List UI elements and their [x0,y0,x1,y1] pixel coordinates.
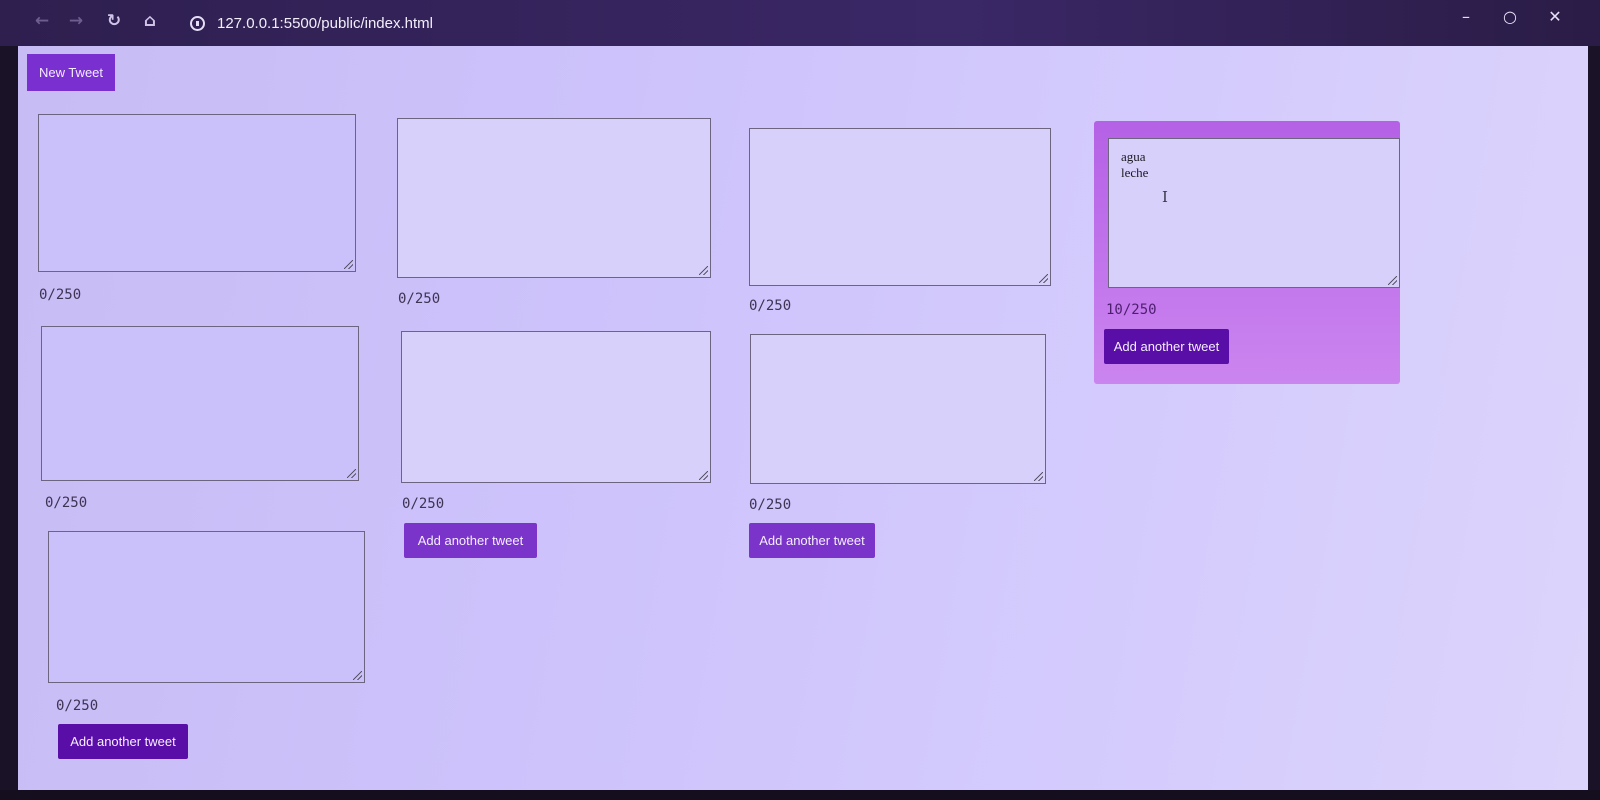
resize-grip-icon[interactable] [699,266,708,275]
resize-grip-icon[interactable] [347,469,356,478]
tweet-textarea[interactable] [41,326,359,481]
url-text[interactable]: 127.0.0.1:5500/public/index.html [217,15,433,32]
resize-grip-icon[interactable] [344,260,353,269]
tweet-textarea[interactable] [749,128,1051,286]
resize-grip-icon[interactable] [1039,274,1048,283]
screen-bezel-bottom [0,790,1600,800]
address-bar[interactable]: 127.0.0.1:5500/public/index.html [190,10,433,36]
restore-icon[interactable]: ○ [1496,4,1524,28]
tweet-textarea[interactable]: agua leche [1108,138,1400,288]
tweet-textarea[interactable] [750,334,1046,484]
resize-grip-icon[interactable] [699,471,708,480]
home-icon[interactable]: ⌂ [138,9,162,33]
info-icon[interactable] [190,15,205,31]
tweet-textarea[interactable] [38,114,356,272]
char-counter: 0/250 [749,298,792,314]
char-counter: 10/250 [1106,302,1157,318]
back-arrow-icon[interactable]: ← [30,9,54,33]
add-another-tweet-button[interactable]: Add another tweet [1104,329,1229,364]
char-counter: 0/250 [56,698,99,714]
tweet-textarea[interactable] [401,331,711,483]
forward-arrow-icon[interactable]: → [64,9,88,33]
add-another-tweet-button[interactable]: Add another tweet [404,523,537,558]
tweet-textarea[interactable] [48,531,365,683]
add-another-tweet-button[interactable]: Add another tweet [58,724,188,759]
screen-bezel-left [0,46,18,800]
page-viewport: New Tweet 0/250 0/250 0/250 agua leche I… [18,46,1588,790]
char-counter: 0/250 [39,287,82,303]
screen-bezel-right [1588,46,1600,800]
char-counter: 0/250 [398,291,441,307]
char-counter: 0/250 [402,496,445,512]
char-counter: 0/250 [45,495,88,511]
reload-icon[interactable]: ↻ [102,9,126,33]
minimize-icon[interactable]: – [1452,4,1480,28]
resize-grip-icon[interactable] [1034,472,1043,481]
close-icon[interactable]: ✕ [1541,4,1569,28]
resize-grip-icon[interactable] [353,671,362,680]
tweet-textarea[interactable] [397,118,711,278]
new-tweet-button[interactable]: New Tweet [27,54,115,91]
add-another-tweet-button[interactable]: Add another tweet [749,523,875,558]
browser-toolbar: ← → ↻ ⌂ 127.0.0.1:5500/public/index.html… [0,0,1600,46]
resize-grip-icon[interactable] [1388,276,1397,285]
text-cursor-icon: I [1162,188,1168,206]
char-counter: 0/250 [749,497,792,513]
